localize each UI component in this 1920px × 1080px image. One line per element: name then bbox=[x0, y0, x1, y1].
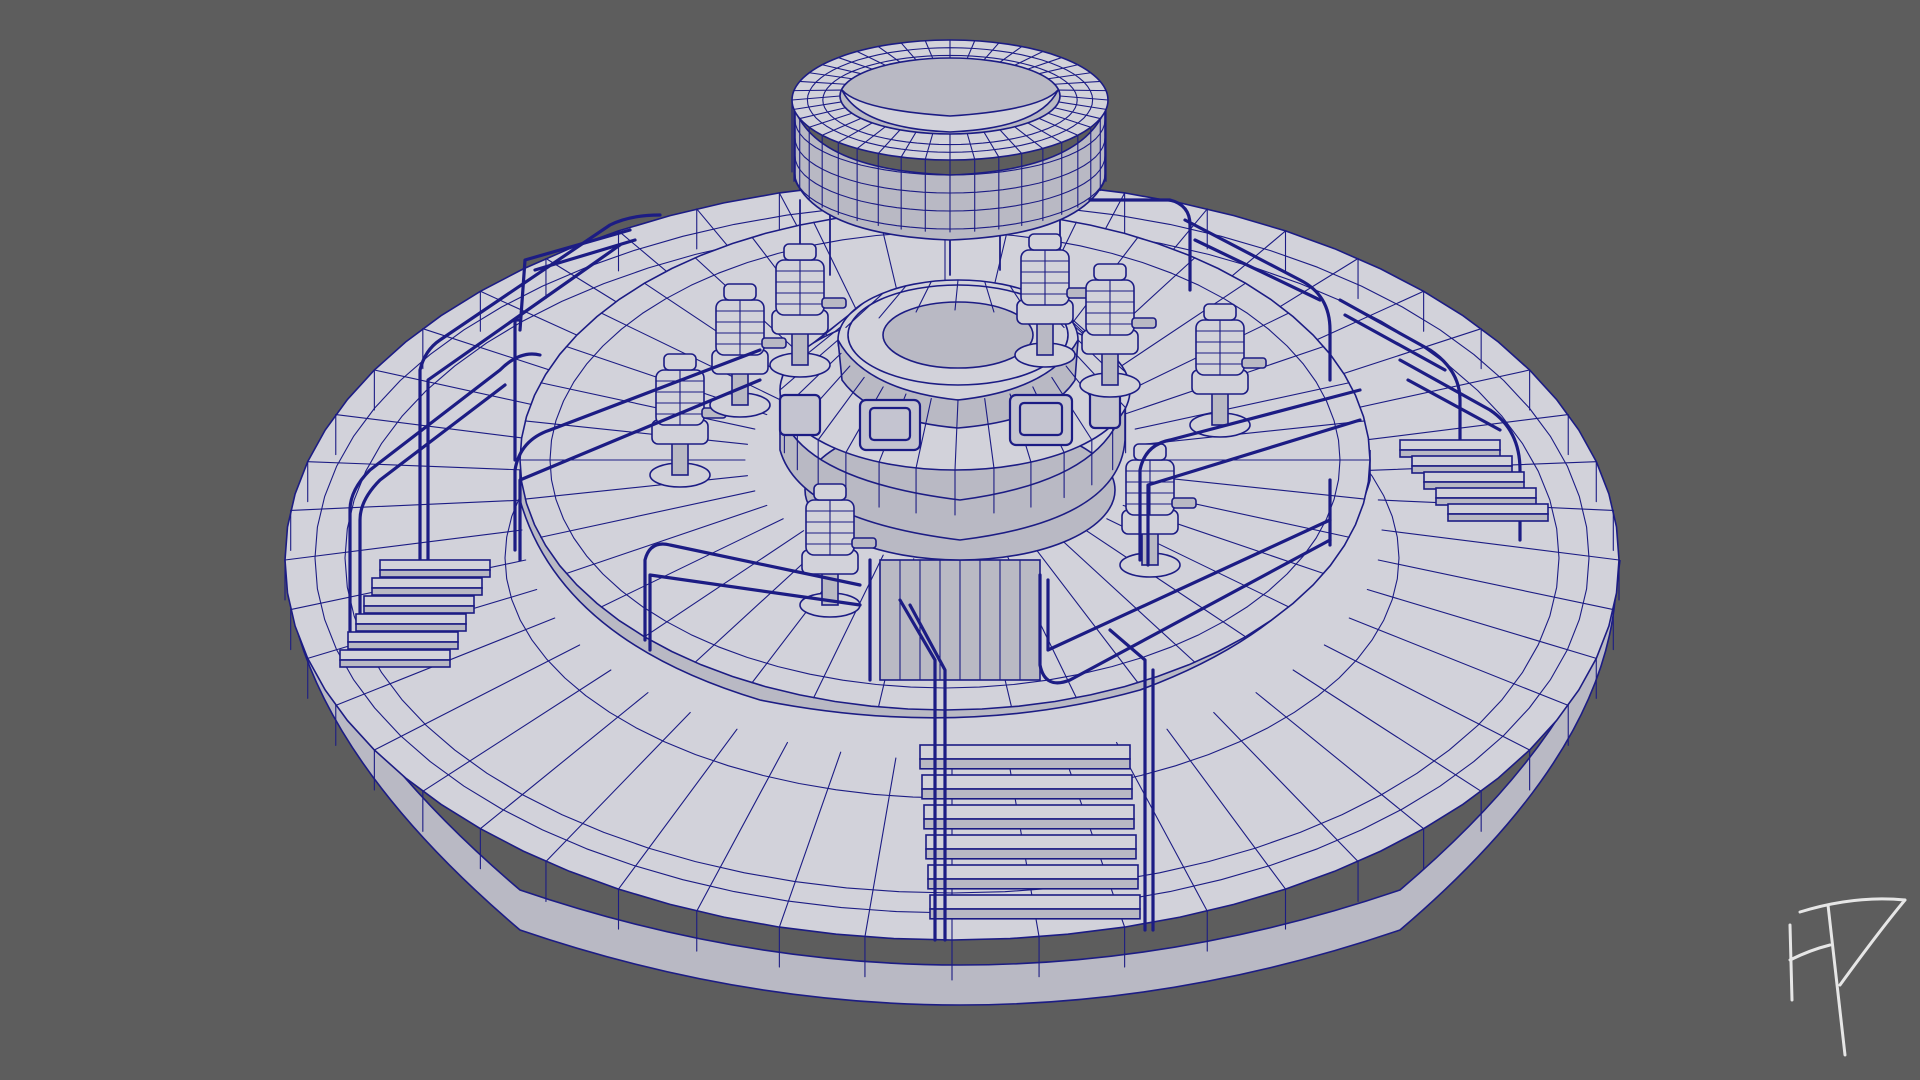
console-screen-3 bbox=[778, 393, 822, 437]
artist-monogram-signature: HT bbox=[1788, 897, 1907, 1061]
3d-viewport[interactable]: HT bbox=[0, 0, 1920, 1080]
signature-text: HT bbox=[1830, 1059, 1832, 1061]
